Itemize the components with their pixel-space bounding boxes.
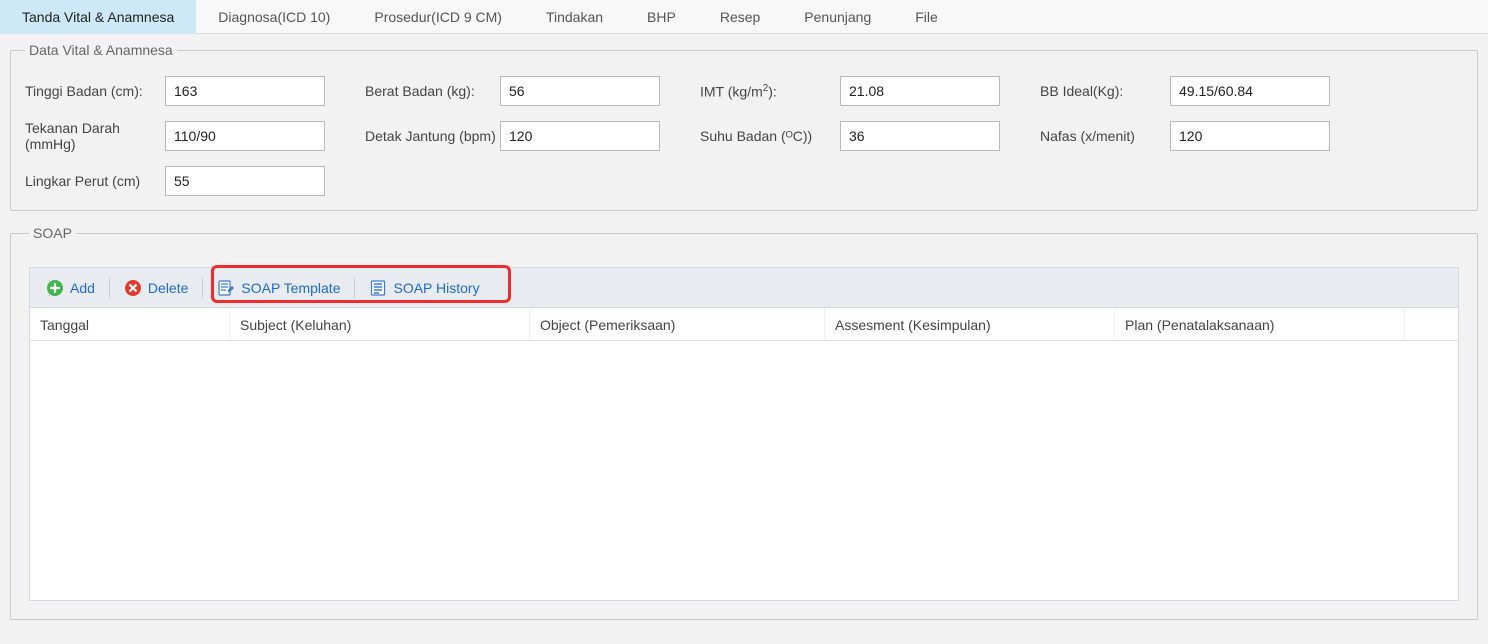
col-assesment[interactable]: Assesment (Kesimpulan): [825, 308, 1115, 340]
input-suhu[interactable]: [840, 121, 1000, 151]
input-tinggi[interactable]: [165, 76, 325, 106]
input-nafas[interactable]: [1170, 121, 1330, 151]
input-tekanan[interactable]: [165, 121, 325, 151]
input-detak[interactable]: [500, 121, 660, 151]
tab-resep[interactable]: Resep: [698, 0, 782, 34]
soap-legend: SOAP: [29, 225, 76, 241]
label-detak: Detak Jantung (bpm): [365, 128, 500, 144]
label-tinggi: Tinggi Badan (cm):: [25, 83, 165, 99]
soap-template-label: SOAP Template: [241, 280, 340, 296]
soap-history-button[interactable]: SOAP History: [359, 273, 489, 303]
tab-vital[interactable]: Tanda Vital & Anamnesa: [0, 0, 196, 34]
tab-diagnosa[interactable]: Diagnosa(ICD 10): [196, 0, 352, 34]
add-button[interactable]: Add: [36, 273, 105, 303]
col-tanggal[interactable]: Tanggal: [30, 308, 230, 340]
edit-doc-icon: [217, 279, 235, 297]
soap-table-body[interactable]: [29, 341, 1459, 601]
list-doc-icon: [369, 279, 387, 297]
col-subject[interactable]: Subject (Keluhan): [230, 308, 530, 340]
tab-tindakan[interactable]: Tindakan: [524, 0, 625, 34]
label-tekanan: Tekanan Darah (mmHg): [25, 120, 165, 152]
tab-penunjang[interactable]: Penunjang: [782, 0, 893, 34]
x-circle-icon: [124, 279, 142, 297]
tab-bar: Tanda Vital & Anamnesa Diagnosa(ICD 10) …: [0, 0, 1488, 34]
label-imt: IMT (kg/m2):: [700, 83, 840, 100]
input-imt[interactable]: [840, 76, 1000, 106]
soap-history-label: SOAP History: [393, 280, 479, 296]
col-spacer: [1405, 308, 1435, 340]
label-suhu: Suhu Badan (ᴼC)): [700, 128, 840, 144]
label-nafas: Nafas (x/menit): [1040, 128, 1170, 144]
soap-group: SOAP Add Delete: [10, 225, 1478, 620]
label-berat: Berat Badan (kg):: [365, 83, 500, 99]
vitals-group: Data Vital & Anamnesa Tinggi Badan (cm):…: [10, 42, 1478, 211]
label-lingkar: Lingkar Perut (cm): [25, 173, 165, 189]
soap-table-header: Tanggal Subject (Keluhan) Object (Pemeri…: [29, 307, 1459, 341]
toolbar-sep: [354, 277, 355, 299]
label-bbideal: BB Ideal(Kg):: [1040, 83, 1170, 99]
plus-circle-icon: [46, 279, 64, 297]
col-plan[interactable]: Plan (Penatalaksanaan): [1115, 308, 1405, 340]
col-object[interactable]: Object (Pemeriksaan): [530, 308, 825, 340]
soap-template-button[interactable]: SOAP Template: [207, 273, 350, 303]
delete-label: Delete: [148, 280, 188, 296]
add-label: Add: [70, 280, 95, 296]
toolbar-sep: [202, 277, 203, 299]
tab-file[interactable]: File: [893, 0, 960, 34]
input-lingkar[interactable]: [165, 166, 325, 196]
tab-bhp[interactable]: BHP: [625, 0, 698, 34]
input-berat[interactable]: [500, 76, 660, 106]
toolbar-sep: [109, 277, 110, 299]
input-bbideal[interactable]: [1170, 76, 1330, 106]
tab-prosedur[interactable]: Prosedur(ICD 9 CM): [352, 0, 524, 34]
vitals-legend: Data Vital & Anamnesa: [25, 42, 177, 58]
delete-button[interactable]: Delete: [114, 273, 198, 303]
soap-toolbar: Add Delete SOAP Template: [29, 267, 1459, 307]
